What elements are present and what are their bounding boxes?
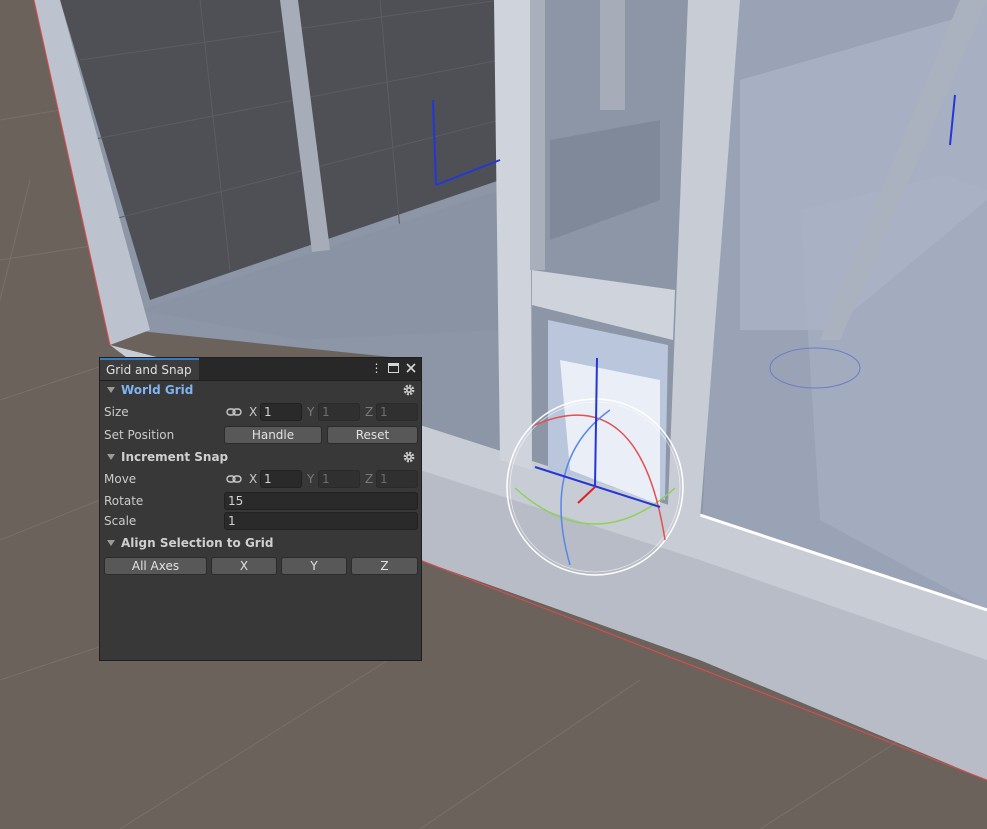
increment-snap-header[interactable]: Increment Snap — [100, 447, 421, 467]
panel-actions: ⋮ — [370, 361, 417, 375]
scale-row: Scale 1 — [100, 512, 421, 530]
foldout-triangle-icon[interactable] — [107, 386, 115, 394]
move-y-field: 1 — [318, 470, 360, 488]
door-post-left-side — [530, 0, 545, 270]
move-z-field: 1 — [376, 470, 418, 488]
gear-icon[interactable] — [402, 383, 416, 397]
scale-label: Scale — [104, 514, 137, 528]
increment-snap-title: Increment Snap — [121, 450, 229, 464]
size-y-field: 1 — [318, 403, 360, 421]
size-z-field: 1 — [376, 403, 418, 421]
grid-and-snap-panel: Grid and Snap ⋮ World Grid Size X 1 Y 1 — [99, 357, 422, 661]
link-icon[interactable] — [226, 406, 242, 418]
scale-field[interactable]: 1 — [224, 512, 418, 530]
handle-button[interactable]: Handle — [224, 426, 322, 444]
foldout-triangle-icon[interactable] — [107, 453, 115, 461]
set-position-row: Set Position Handle Reset — [100, 426, 421, 444]
foldout-triangle-icon[interactable] — [107, 539, 115, 547]
world-grid-title: World Grid — [121, 383, 194, 397]
rotate-row: Rotate 15 — [100, 492, 421, 510]
set-position-label: Set Position — [104, 428, 175, 442]
align-header[interactable]: Align Selection to Grid — [100, 533, 421, 553]
align-all-axes-button[interactable]: All Axes — [104, 557, 207, 575]
rotate-field[interactable]: 15 — [224, 492, 418, 510]
size-z-label: Z — [365, 405, 374, 419]
size-x-field[interactable]: 1 — [260, 403, 302, 421]
world-grid-header[interactable]: World Grid — [100, 380, 421, 400]
size-label: Size — [104, 405, 129, 419]
maximize-icon[interactable] — [387, 361, 400, 375]
panel-tab-bar: Grid and Snap ⋮ — [100, 358, 421, 381]
link-icon[interactable] — [226, 473, 242, 485]
align-y-button[interactable]: Y — [281, 557, 347, 575]
align-title: Align Selection to Grid — [121, 536, 274, 550]
move-label: Move — [104, 472, 137, 486]
tab-grid-and-snap[interactable]: Grid and Snap — [100, 358, 199, 380]
reset-button[interactable]: Reset — [327, 426, 418, 444]
move-x-label: X — [249, 472, 258, 486]
rotate-label: Rotate — [104, 494, 144, 508]
move-row: Move X 1 Y 1 Z 1 — [100, 470, 421, 488]
align-x-button[interactable]: X — [211, 557, 277, 575]
align-z-button[interactable]: Z — [351, 557, 418, 575]
move-z-label: Z — [365, 472, 374, 486]
size-row: Size X 1 Y 1 Z 1 — [100, 403, 421, 421]
size-y-label: Y — [307, 405, 315, 419]
door-post-left — [494, 0, 532, 470]
move-x-field[interactable]: 1 — [260, 470, 302, 488]
size-x-label: X — [249, 405, 258, 419]
gear-icon[interactable] — [402, 450, 416, 464]
close-icon[interactable] — [404, 361, 417, 375]
move-y-label: Y — [307, 472, 315, 486]
align-buttons-row: All Axes X Y Z — [100, 557, 421, 575]
mullion-2 — [600, 0, 625, 110]
more-options-icon[interactable]: ⋮ — [370, 361, 383, 375]
